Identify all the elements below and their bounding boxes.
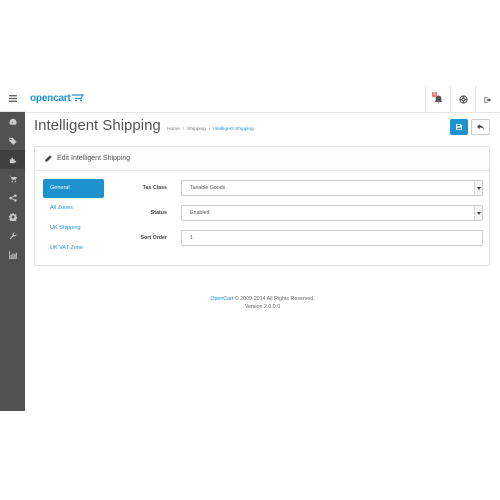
breadcrumb-shipping[interactable]: Shipping [187,127,206,132]
reply-icon [477,124,484,130]
breadcrumb-separator: / [208,127,211,132]
menu-toggle-button[interactable] [0,86,25,112]
logout-button[interactable] [475,86,500,113]
share-icon [8,193,17,202]
cog-icon [8,212,17,221]
sidebar-item-extensions[interactable] [0,150,25,169]
tax-class-select[interactable]: Taxable Goods [181,180,483,196]
breadcrumb-home[interactable]: Home [167,127,180,132]
sidebar-item-sales[interactable] [0,169,25,188]
puzzle-icon [9,157,16,163]
logo-cart-icon [71,94,84,102]
tab-list: General All Zones UK Shipping UK VAT Zon… [43,179,104,259]
dashboard-icon [8,118,17,125]
opencart-link[interactable]: OpenCart [210,296,233,302]
cart-icon [8,175,17,182]
pencil-icon [45,155,52,162]
copyright-line: OpenCart © 2009-2014 All Rights Reserved… [25,295,500,303]
sidebar-item-marketing[interactable] [0,188,25,207]
tab-all-zones[interactable]: All Zones [43,199,104,218]
sidebar-item-catalog[interactable] [0,131,25,150]
breadcrumb: Home / Shipping / Intelligent Shipping [167,127,254,132]
cancel-button[interactable] [471,119,490,135]
tab-general[interactable]: General [43,179,104,198]
sign-out-icon [484,96,492,103]
logo-text: opencart [30,93,71,104]
notifications-button[interactable]: 5 [425,86,450,113]
save-icon [456,124,462,130]
opencart-logo[interactable]: opencart [30,93,86,104]
sort-order-input[interactable]: 1 [181,230,483,246]
sidebar-item-reports[interactable] [0,245,25,264]
tax-class-value: Taxable Goods [190,185,226,191]
copyright-text: © 2009-2014 All Rights Reserved. [233,296,315,302]
top-header: opencart 5 [25,86,500,113]
breadcrumb-separator: / [182,127,185,132]
panel-title: Edit Intelligent Shipping [57,155,131,162]
status-value: Enabled [190,210,210,216]
sidebar-item-system[interactable] [0,207,25,226]
chevron-down-icon [474,181,482,195]
sidebar-item-dashboard[interactable] [0,112,25,131]
breadcrumb-current[interactable]: Intelligent Shipping [213,127,254,132]
chart-icon [8,250,17,259]
status-select[interactable]: Enabled [181,205,483,221]
version-text: Version 2.0.0.0 [244,304,281,310]
notification-badge: 5 [432,92,437,97]
page-title: Intelligent Shipping [34,117,161,134]
menu-icon [8,95,17,102]
chevron-down-icon [474,206,482,220]
sort-order-value: 1 [190,235,193,241]
panel-heading: Edit Intelligent Shipping [35,147,489,171]
footer: OpenCart © 2009-2014 All Rights Reserved… [25,295,500,311]
status-label: Status [150,210,167,216]
sidebar-item-tools[interactable] [0,226,25,245]
edit-panel: Edit Intelligent Shipping General All Zo… [34,146,490,266]
save-button[interactable] [450,119,468,135]
tags-icon [8,137,17,145]
tab-uk-shipping[interactable]: UK Shipping [43,219,104,238]
life-ring-icon [458,95,468,104]
sidebar-nav [0,112,25,264]
tax-class-label: Tax Class [142,185,167,191]
tab-uk-vat-zone[interactable]: UK VAT Zone [43,239,104,258]
help-button[interactable] [450,86,475,113]
sort-order-label: Sort Order [140,235,168,241]
wrench-icon [9,231,17,239]
